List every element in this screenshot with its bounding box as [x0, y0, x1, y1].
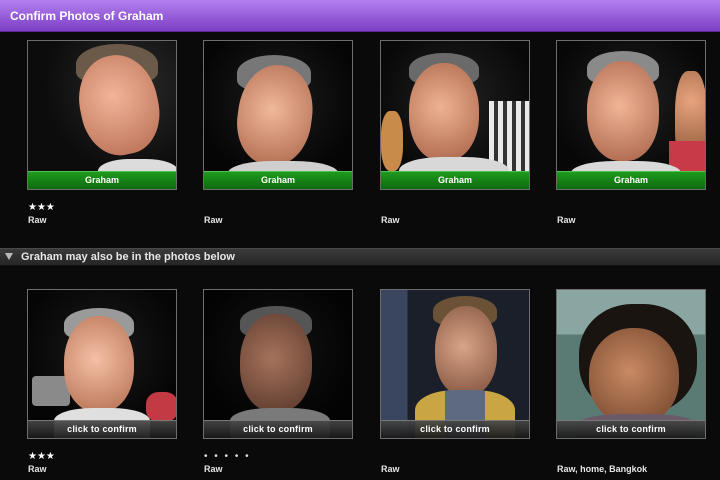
photo-keywords: Raw — [28, 215, 47, 225]
window-title: Confirm Photos of Graham — [10, 9, 164, 23]
confirmed-photo-2[interactable]: Graham — [203, 40, 353, 190]
confirmed-photo-3[interactable]: Graham — [380, 40, 530, 190]
photo-keywords: Raw, home, Bangkok — [557, 464, 648, 474]
person-name-tag: Graham — [28, 171, 176, 189]
photo-thumbnail — [204, 290, 352, 438]
confirmed-photo-1[interactable]: Graham — [27, 40, 177, 190]
photo-thumbnail — [381, 41, 529, 189]
photo-thumbnail — [28, 290, 176, 438]
suggested-photo-3[interactable]: click to confirm — [380, 289, 530, 439]
suggestions-section-header[interactable]: Graham may also be in the photos below — [0, 248, 720, 266]
window-title-bar: Confirm Photos of Graham — [0, 0, 720, 32]
photo-thumbnail — [204, 41, 352, 189]
photo-thumbnail — [557, 290, 705, 438]
confirmed-photo-4[interactable]: Graham — [556, 40, 706, 190]
disclosure-triangle-icon[interactable] — [5, 253, 13, 260]
person-name-tag: Graham — [381, 171, 529, 189]
rating-dots: • • • • • — [204, 451, 251, 462]
photo-keywords: Raw — [204, 464, 223, 474]
photo-keywords: Raw — [381, 464, 400, 474]
click-to-confirm-button[interactable]: click to confirm — [204, 420, 352, 438]
suggested-photo-2[interactable]: click to confirm — [203, 289, 353, 439]
photo-thumbnail — [381, 290, 529, 438]
click-to-confirm-button[interactable]: click to confirm — [381, 420, 529, 438]
rating-stars: ★★★ — [28, 451, 55, 462]
suggested-photo-4[interactable]: click to confirm — [556, 289, 706, 439]
photo-keywords: Raw — [204, 215, 223, 225]
photo-keywords: Raw — [381, 215, 400, 225]
photo-thumbnail — [28, 41, 176, 189]
suggested-photo-1[interactable]: click to confirm — [27, 289, 177, 439]
rating-stars: ★★★ — [28, 202, 55, 213]
suggestions-header-label: Graham may also be in the photos below — [21, 251, 235, 263]
photo-keywords: Raw — [557, 215, 576, 225]
photo-keywords: Raw — [28, 464, 47, 474]
photo-thumbnail — [557, 41, 705, 189]
click-to-confirm-button[interactable]: click to confirm — [557, 420, 705, 438]
person-name-tag: Graham — [557, 171, 705, 189]
person-name-tag: Graham — [204, 171, 352, 189]
click-to-confirm-button[interactable]: click to confirm — [28, 420, 176, 438]
